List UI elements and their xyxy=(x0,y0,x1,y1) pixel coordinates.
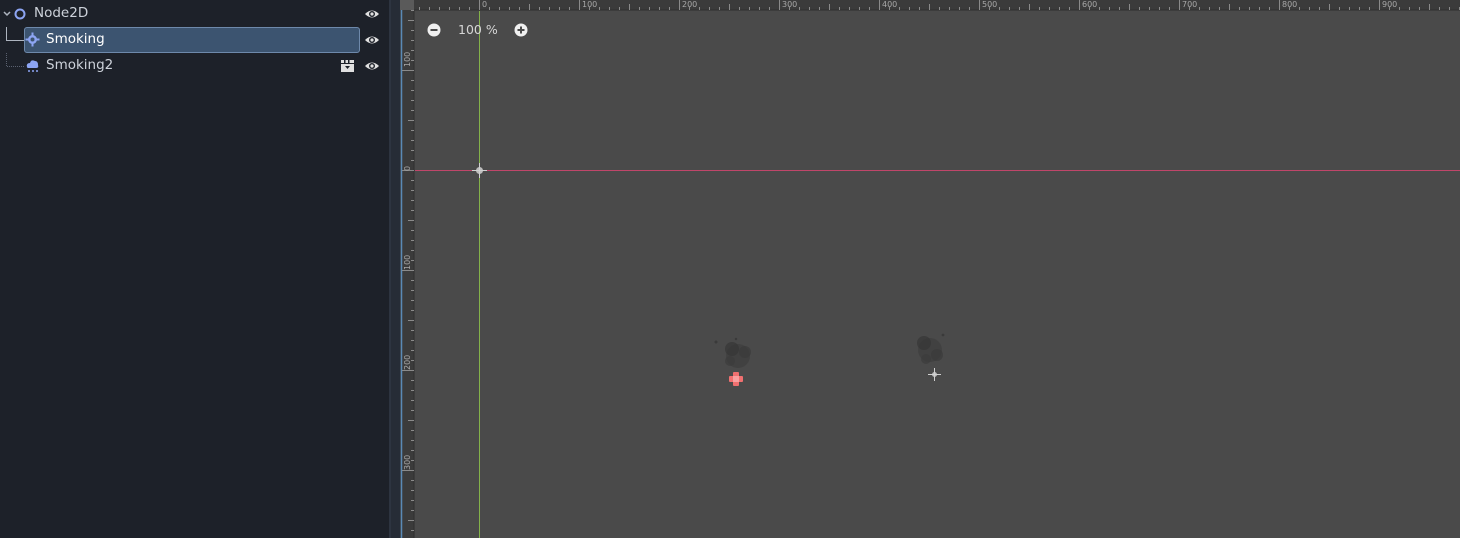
cpu-particles-2d-icon xyxy=(26,60,39,72)
zoom-in-icon[interactable] xyxy=(511,20,531,40)
visibility-eye-icon[interactable] xyxy=(364,7,380,21)
tree-item-node2d[interactable]: Node2D xyxy=(0,1,389,27)
horizontal-ruler[interactable] xyxy=(400,0,1460,11)
tree-item-label: Node2D xyxy=(34,5,89,21)
ruler-corner xyxy=(400,0,414,10)
ruler-y-label: 200 xyxy=(403,355,412,370)
tree-connector-line xyxy=(6,53,24,67)
ruler-x-label: 500 xyxy=(982,0,997,9)
tree-item-smoking[interactable]: Smoking xyxy=(0,27,389,53)
node2d-circle-icon xyxy=(14,8,26,20)
ruler-y-label: 100 xyxy=(403,255,412,270)
ruler-x-label: 700 xyxy=(1182,0,1197,9)
scene-tree-panel: Node2D Smoking Smoking2 xyxy=(0,0,389,538)
chevron-down-icon[interactable] xyxy=(2,9,12,19)
ruler-x-label: 600 xyxy=(1082,0,1097,9)
tree-item-label: Smoking2 xyxy=(46,57,114,73)
ruler-x-label: 300 xyxy=(782,0,797,9)
ruler-y-label: 100 xyxy=(403,52,412,67)
ruler-x-label: 900 xyxy=(1382,0,1397,9)
ruler-y-label: 300 xyxy=(403,455,412,470)
ruler-x-label: 400 xyxy=(882,0,897,9)
tree-connector-line xyxy=(6,27,24,41)
canvas-viewport[interactable]: 0 100 200 300 400 500 600 700 800 900 10… xyxy=(400,0,1460,538)
clapperboard-icon[interactable] xyxy=(340,59,355,73)
viewport-canvas[interactable]: 0 100 200 300 400 500 600 700 800 900 10… xyxy=(400,0,1460,538)
ruler-x-label-0: 0 xyxy=(482,0,487,9)
tree-item-smoking2[interactable]: Smoking2 xyxy=(0,53,389,79)
ruler-x-label: 200 xyxy=(682,0,697,9)
gpu-particles-2d-icon xyxy=(25,32,40,47)
zoom-out-icon[interactable] xyxy=(424,20,444,40)
panel-splitter[interactable] xyxy=(389,0,400,538)
ruler-x-label: 800 xyxy=(1282,0,1297,9)
ruler-x-label: 100 xyxy=(582,0,597,9)
tree-item-label: Smoking xyxy=(46,31,105,47)
visibility-eye-icon[interactable] xyxy=(364,33,380,47)
ruler-x-label: 0 xyxy=(482,0,487,9)
visibility-eye-icon[interactable] xyxy=(364,59,380,73)
ruler-y-label: 0 xyxy=(403,166,412,171)
zoom-level-label[interactable]: 100 % xyxy=(458,22,498,37)
